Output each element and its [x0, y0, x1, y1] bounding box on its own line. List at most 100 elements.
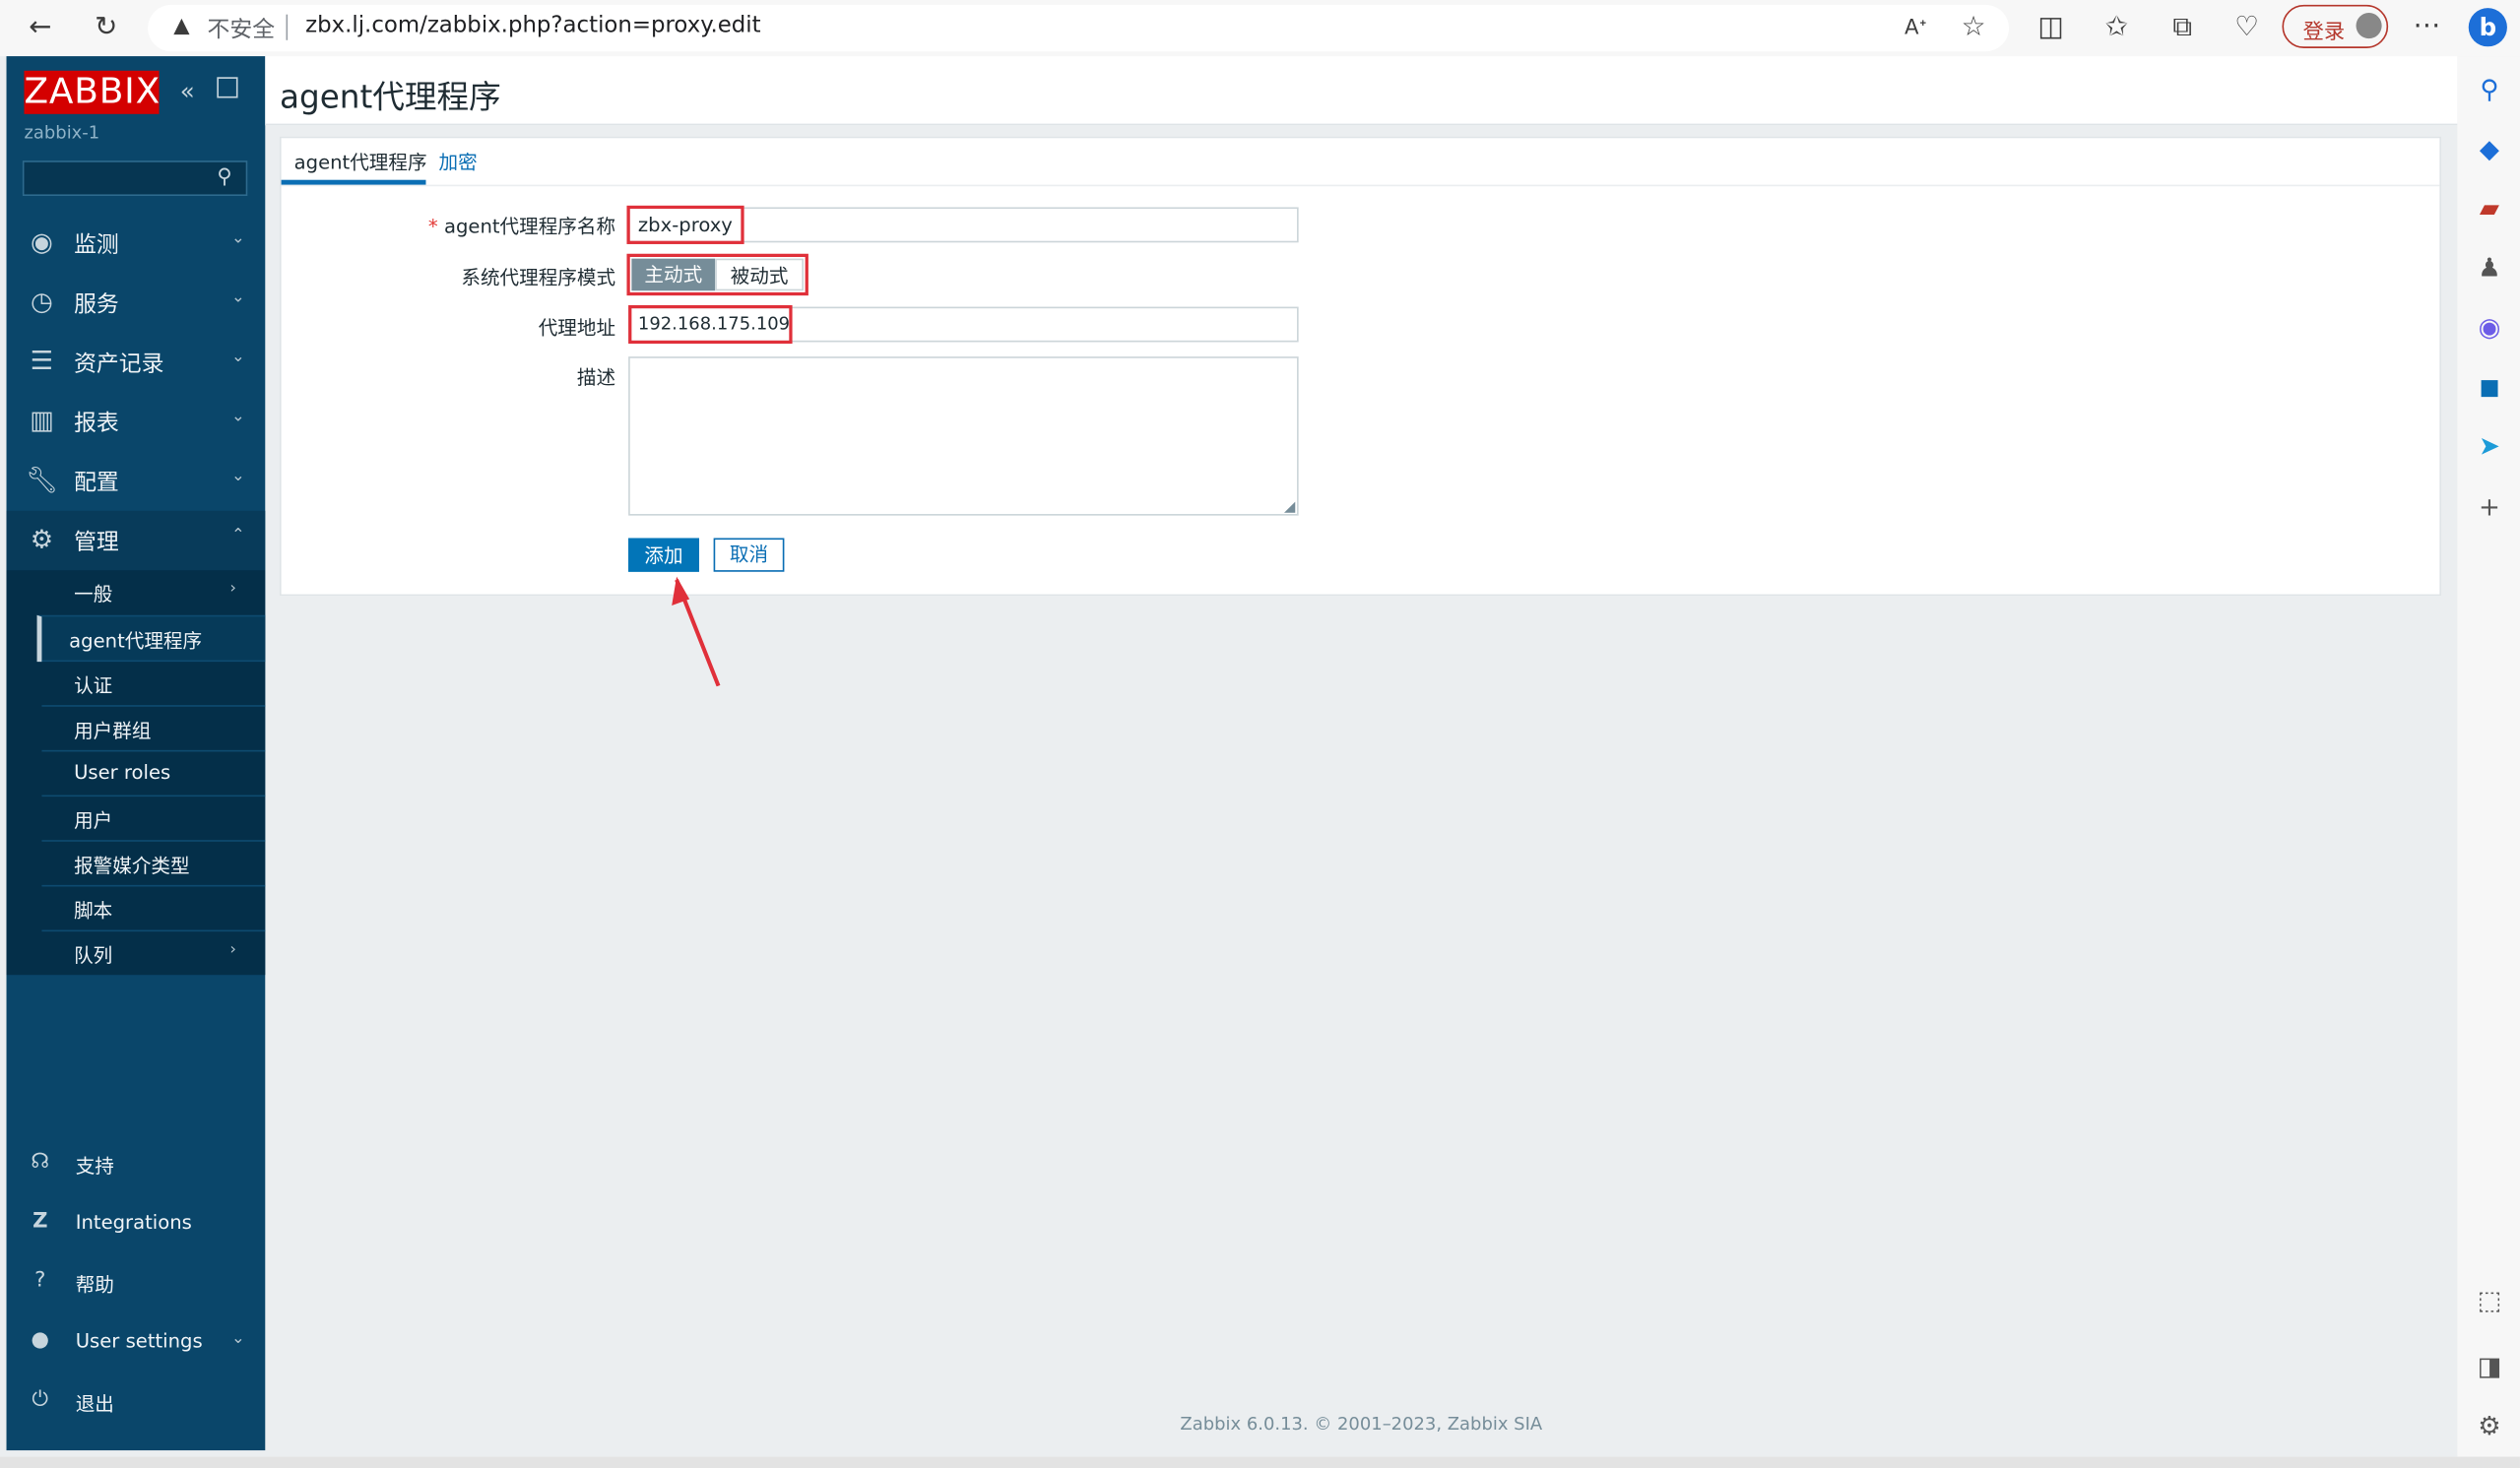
menu-label: 报表	[74, 411, 119, 437]
menu-label: 退出	[75, 1392, 114, 1416]
wrench-icon: 🔧︎	[26, 464, 59, 495]
menu-sign-out[interactable]: ⏻ 退出	[7, 1374, 266, 1429]
read-aloud-icon[interactable]: Aᐩ	[1898, 13, 1933, 45]
footer-text: Zabbix 6.0.13. © 2001–2023, Zabbix SIA	[1180, 1413, 1543, 1435]
eye-icon: ◉	[31, 226, 53, 258]
chevron-down-icon: ⌄	[231, 229, 245, 248]
chevron-up-icon: ⌃	[231, 527, 245, 545]
sidebar-search-input[interactable]	[22, 160, 248, 197]
submenu-general[interactable]: 一般 ›	[41, 570, 265, 615]
user-icon: ●	[31, 1328, 50, 1353]
submenu-media-types[interactable]: 报警媒介类型	[41, 840, 266, 886]
menu-label: 监测	[74, 232, 119, 259]
description-textarea[interactable]	[628, 356, 1299, 516]
submenu-proxies[interactable]: agent代理程序	[36, 614, 266, 663]
games-icon[interactable]: ♟	[2472, 252, 2507, 283]
submenu-label: User roles	[74, 761, 171, 785]
submenu-label: 用户	[74, 809, 113, 833]
favorites-icon[interactable]: ✩	[2099, 11, 2134, 43]
submenu-queue[interactable]: 队列 ›	[41, 929, 266, 977]
warning-icon: ▲	[173, 14, 190, 39]
bar-chart-icon: ▥	[30, 405, 54, 436]
menu-support[interactable]: ☊ 支持	[7, 1137, 266, 1191]
label-text: agent代理程序名称	[443, 215, 616, 238]
menu-label: 帮助	[75, 1273, 114, 1297]
resize-handle-icon[interactable]: ◢	[1284, 499, 1295, 515]
copilot-icon[interactable]: b	[2468, 8, 2507, 47]
more-icon[interactable]: ⋯	[2409, 10, 2444, 42]
menu-label: 服务	[74, 291, 119, 318]
proxy-address-value: 192.168.175.109	[637, 313, 791, 335]
menu-inventory[interactable]: ☰ 资产记录 ⌄	[7, 333, 266, 392]
add-button[interactable]: 添加	[628, 538, 699, 572]
proxy-name-label: * agent代理程序名称	[294, 212, 615, 239]
menu-monitoring[interactable]: ◉ 监测 ⌄	[7, 214, 266, 273]
tab-proxy[interactable]: agent代理程序	[294, 148, 427, 175]
power-icon: ⏻	[32, 1387, 49, 1412]
submenu-label: 报警媒介类型	[74, 854, 190, 877]
office-icon[interactable]: ◉	[2472, 311, 2507, 342]
split-screen-icon[interactable]: ◫	[2033, 11, 2068, 43]
menu-administration[interactable]: ⚙ 管理 ⌃	[6, 510, 266, 571]
chevron-down-icon: ⌄	[231, 1329, 245, 1348]
menu-configuration[interactable]: 🔧︎ 配置 ⌄	[7, 451, 266, 510]
sidebar-toggle-icon[interactable]: ◨	[2472, 1351, 2507, 1381]
chevron-right-icon: ›	[229, 940, 236, 959]
submenu-users[interactable]: 用户	[41, 795, 266, 841]
security-label: 不安全	[207, 17, 276, 44]
collections-icon[interactable]: ⧉	[2165, 11, 2200, 43]
outlook-icon[interactable]: ◼	[2472, 371, 2507, 402]
shopping-tag-icon[interactable]: ◆	[2472, 133, 2507, 163]
chevron-down-icon: ⌄	[231, 408, 245, 426]
favorite-star-icon[interactable]: ☆	[1956, 11, 1991, 43]
add-icon[interactable]: +	[2472, 491, 2507, 522]
annotation-arrow-icon	[672, 576, 721, 687]
mode-passive-option[interactable]: 被动式	[715, 258, 804, 291]
proxy-address-label: 代理地址	[538, 316, 616, 340]
send-icon[interactable]: ➤	[2472, 430, 2507, 461]
menu-integrations[interactable]: Z Integrations	[7, 1196, 266, 1250]
tab-encryption[interactable]: 加密	[439, 148, 478, 175]
window-bottom-strip	[0, 1456, 2520, 1468]
menu-help[interactable]: ? 帮助	[7, 1256, 266, 1310]
kiosk-mode-icon[interactable]	[217, 77, 238, 98]
tools-icon[interactable]: ▰	[2472, 193, 2507, 223]
settings-icon[interactable]: ⚙	[2472, 1410, 2507, 1440]
screenshot-icon[interactable]: ⬚	[2472, 1285, 2507, 1315]
proxy-name-value: zbx-proxy	[637, 213, 733, 236]
login-label: 登录	[2302, 21, 2346, 45]
headset-icon: ☊	[31, 1150, 50, 1175]
menu-label: User settings	[75, 1329, 203, 1353]
menu-label: 资产记录	[74, 351, 164, 378]
cancel-button[interactable]: 取消	[713, 538, 785, 572]
menu-label: 支持	[75, 1154, 114, 1178]
back-arrow-icon[interactable]: ←	[23, 11, 58, 43]
server-name: zabbix-1	[24, 121, 100, 144]
avatar-icon	[2356, 13, 2382, 39]
chevron-down-icon: ⌄	[231, 467, 245, 485]
submenu-user-groups[interactable]: 用户群组	[41, 705, 266, 751]
menu-label: 配置	[74, 470, 119, 497]
collapse-sidebar-icon[interactable]: «	[180, 77, 195, 105]
submenu-label: agent代理程序	[69, 629, 203, 653]
menu-reports[interactable]: ▥ 报表 ⌄	[7, 392, 266, 451]
mode-active-option[interactable]: 主动式	[631, 258, 716, 291]
menu-services[interactable]: ◷ 服务 ⌄	[7, 273, 266, 332]
search-icon[interactable]: ⚲	[2472, 74, 2507, 104]
submenu-scripts[interactable]: 脚本	[41, 884, 266, 931]
search-icon[interactable]: ⚲	[217, 165, 232, 189]
submenu-authentication[interactable]: 认证	[41, 660, 266, 706]
gear-icon: ⚙	[30, 523, 54, 554]
health-icon[interactable]: ♡	[2229, 11, 2265, 43]
menu-user-settings[interactable]: ● User settings ⌄	[7, 1315, 266, 1370]
submenu-label: 认证	[74, 674, 113, 697]
zabbix-logo[interactable]: ZABBIX	[24, 70, 160, 114]
reload-icon[interactable]: ↻	[89, 11, 124, 43]
url-text[interactable]: zbx.lj.com/zabbix.php?action=proxy.edit	[305, 13, 761, 38]
menu-label: 管理	[74, 530, 119, 556]
chevron-right-icon: ›	[229, 579, 236, 598]
submenu-user-roles[interactable]: User roles	[41, 749, 266, 797]
proxy-mode-label: 系统代理程序模式	[461, 266, 616, 289]
login-button[interactable]: 登录	[2282, 4, 2389, 48]
url-divider	[286, 14, 289, 40]
